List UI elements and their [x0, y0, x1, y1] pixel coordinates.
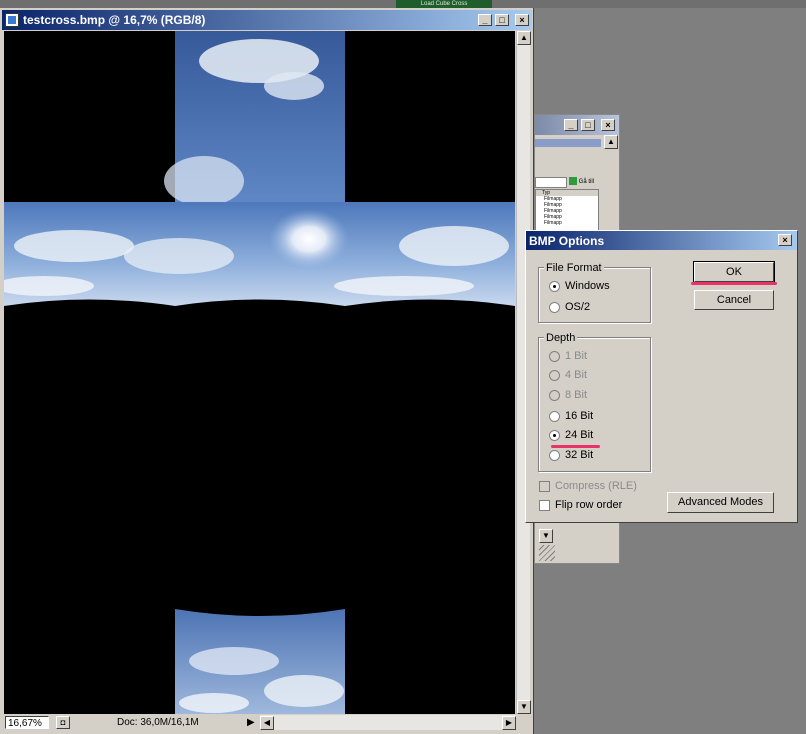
bg-address-bar: [535, 139, 601, 147]
minimize-button[interactable]: _: [478, 14, 492, 26]
radio-24bit-label[interactable]: 24 Bit: [565, 429, 593, 441]
radio-os2[interactable]: [549, 302, 560, 313]
highlight-mark: [551, 445, 600, 448]
doc-info-menu-icon[interactable]: ◘: [56, 716, 70, 729]
flip-row-order-checkbox[interactable]: [539, 500, 550, 511]
file-format-label: File Format: [544, 262, 604, 274]
cube-cross-image: [4, 31, 515, 714]
compress-label: Compress (RLE): [555, 480, 637, 492]
bg-path-field[interactable]: [535, 177, 567, 188]
horizontal-scrollbar[interactable]: ◀ ▶: [260, 715, 516, 730]
dialog-title: BMP Options: [529, 234, 605, 248]
radio-16bit[interactable]: [549, 411, 560, 422]
radio-8bit: [549, 390, 560, 401]
dialog-titlebar: BMP Options: [526, 231, 797, 250]
file-format-group: [538, 267, 651, 323]
radio-32bit-label[interactable]: 32 Bit: [565, 449, 593, 461]
bg-scroll-down-button[interactable]: ▼: [539, 529, 553, 543]
scroll-right-button[interactable]: ▶: [502, 716, 516, 730]
go-arrow-icon: [569, 177, 577, 186]
zoom-field[interactable]: 16,67%: [5, 716, 49, 729]
advanced-modes-button[interactable]: Advanced Modes: [667, 492, 774, 513]
radio-8bit-label: 8 Bit: [565, 389, 588, 401]
maximize-button[interactable]: □: [495, 14, 509, 26]
background-panel-title: Load Cube Cross: [396, 0, 492, 8]
highlight-mark: [691, 282, 777, 285]
ok-button[interactable]: OK: [693, 261, 775, 283]
bg-file-list: Typ Filmapp Filmapp Filmapp Filmapp Film…: [535, 189, 599, 235]
cancel-button[interactable]: Cancel: [694, 290, 774, 310]
radio-4bit: [549, 370, 560, 381]
flip-row-order-label[interactable]: Flip row order: [555, 499, 622, 511]
radio-1bit-label: 1 Bit: [565, 350, 588, 362]
bg-scroll-up-button[interactable]: ▲: [604, 135, 618, 149]
radio-os2-label[interactable]: OS/2: [565, 301, 590, 313]
bg-go-label: Gå till: [578, 179, 595, 185]
image-canvas[interactable]: [4, 31, 515, 714]
radio-windows[interactable]: [549, 281, 560, 292]
status-arrow-icon[interactable]: ▶: [247, 716, 255, 729]
radio-32bit[interactable]: [549, 450, 560, 461]
document-icon: [5, 13, 19, 27]
radio-windows-label[interactable]: Windows: [565, 280, 610, 292]
document-title: testcross.bmp @ 16,7% (RGB/8): [23, 13, 206, 27]
radio-16bit-label[interactable]: 16 Bit: [565, 410, 593, 422]
radio-1bit: [549, 351, 560, 362]
document-titlebar: testcross.bmp @ 16,7% (RGB/8): [2, 10, 532, 30]
bg-minimize-button[interactable]: _: [564, 119, 578, 131]
depth-label: Depth: [544, 332, 578, 344]
scroll-down-button[interactable]: ▼: [517, 700, 531, 714]
dialog-close-button[interactable]: ×: [778, 234, 792, 246]
bg-close-button[interactable]: ×: [601, 119, 615, 131]
scroll-left-button[interactable]: ◀: [260, 716, 274, 730]
close-button[interactable]: ×: [515, 14, 529, 26]
radio-24bit[interactable]: [549, 430, 560, 441]
list-item[interactable]: Filmapp: [536, 220, 598, 226]
resize-grip-icon[interactable]: [539, 545, 555, 561]
radio-4bit-label: 4 Bit: [565, 369, 588, 381]
doc-size-info: Doc: 36,0M/16,1M: [117, 717, 199, 728]
bg-maximize-button[interactable]: □: [581, 119, 595, 131]
scroll-up-button[interactable]: ▲: [517, 31, 531, 45]
compress-checkbox: [539, 481, 550, 492]
bg-go-button[interactable]: Gå till: [569, 177, 597, 187]
